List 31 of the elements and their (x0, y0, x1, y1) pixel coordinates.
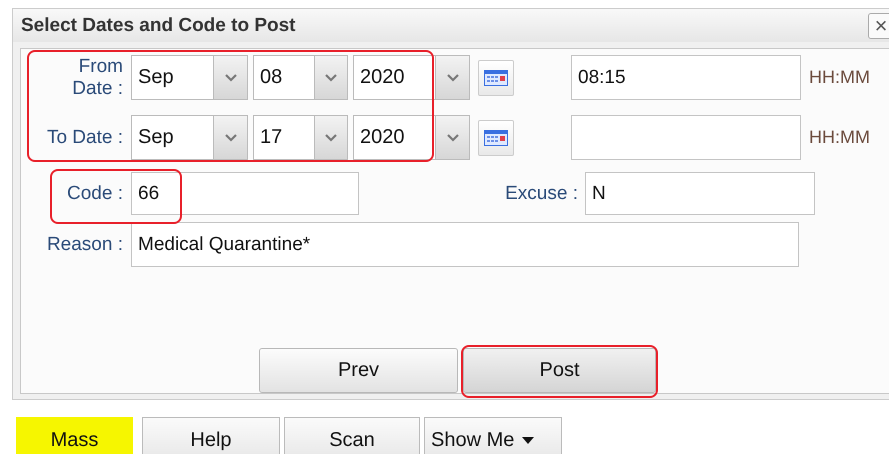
time-field[interactable] (571, 115, 801, 160)
mass-button[interactable]: Mass (16, 417, 133, 454)
time-format-label: HH:MM (809, 127, 870, 148)
calendar-icon (484, 70, 508, 86)
caret-icon (224, 134, 236, 142)
code-label: Code : (66, 182, 123, 204)
excuse-field[interactable]: N (585, 172, 815, 215)
code-field[interactable]: 66 (131, 172, 359, 215)
caret-icon (446, 74, 458, 82)
reason-field[interactable]: Medical Quarantine* (131, 222, 799, 267)
caret-icon (446, 134, 458, 142)
date-label: To Date : (46, 126, 123, 148)
caret-icon (325, 134, 337, 142)
help-button[interactable]: Help (142, 417, 280, 454)
window-title: Select Dates and Code to Post (20, 14, 296, 36)
post-button[interactable]: Post (463, 348, 656, 393)
date-label: From Date : (71, 56, 123, 100)
excuse-label: Excuse : (504, 182, 578, 204)
time-format-label: HH:MM (809, 67, 870, 88)
calendar-button[interactable] (478, 60, 514, 96)
calendar-icon (484, 130, 508, 146)
time-field[interactable]: 08:15 (571, 55, 801, 100)
close-button[interactable]: × (868, 12, 889, 38)
caret-icon (224, 74, 236, 82)
show-me-button[interactable]: Show Me (424, 417, 562, 454)
reason-label: Reason : (46, 234, 123, 256)
caret-icon (325, 74, 337, 82)
scan-button[interactable]: Scan (284, 417, 420, 454)
dropdown-caret-icon (522, 436, 534, 444)
calendar-button[interactable] (478, 120, 514, 156)
prev-button[interactable]: Prev (259, 348, 458, 393)
